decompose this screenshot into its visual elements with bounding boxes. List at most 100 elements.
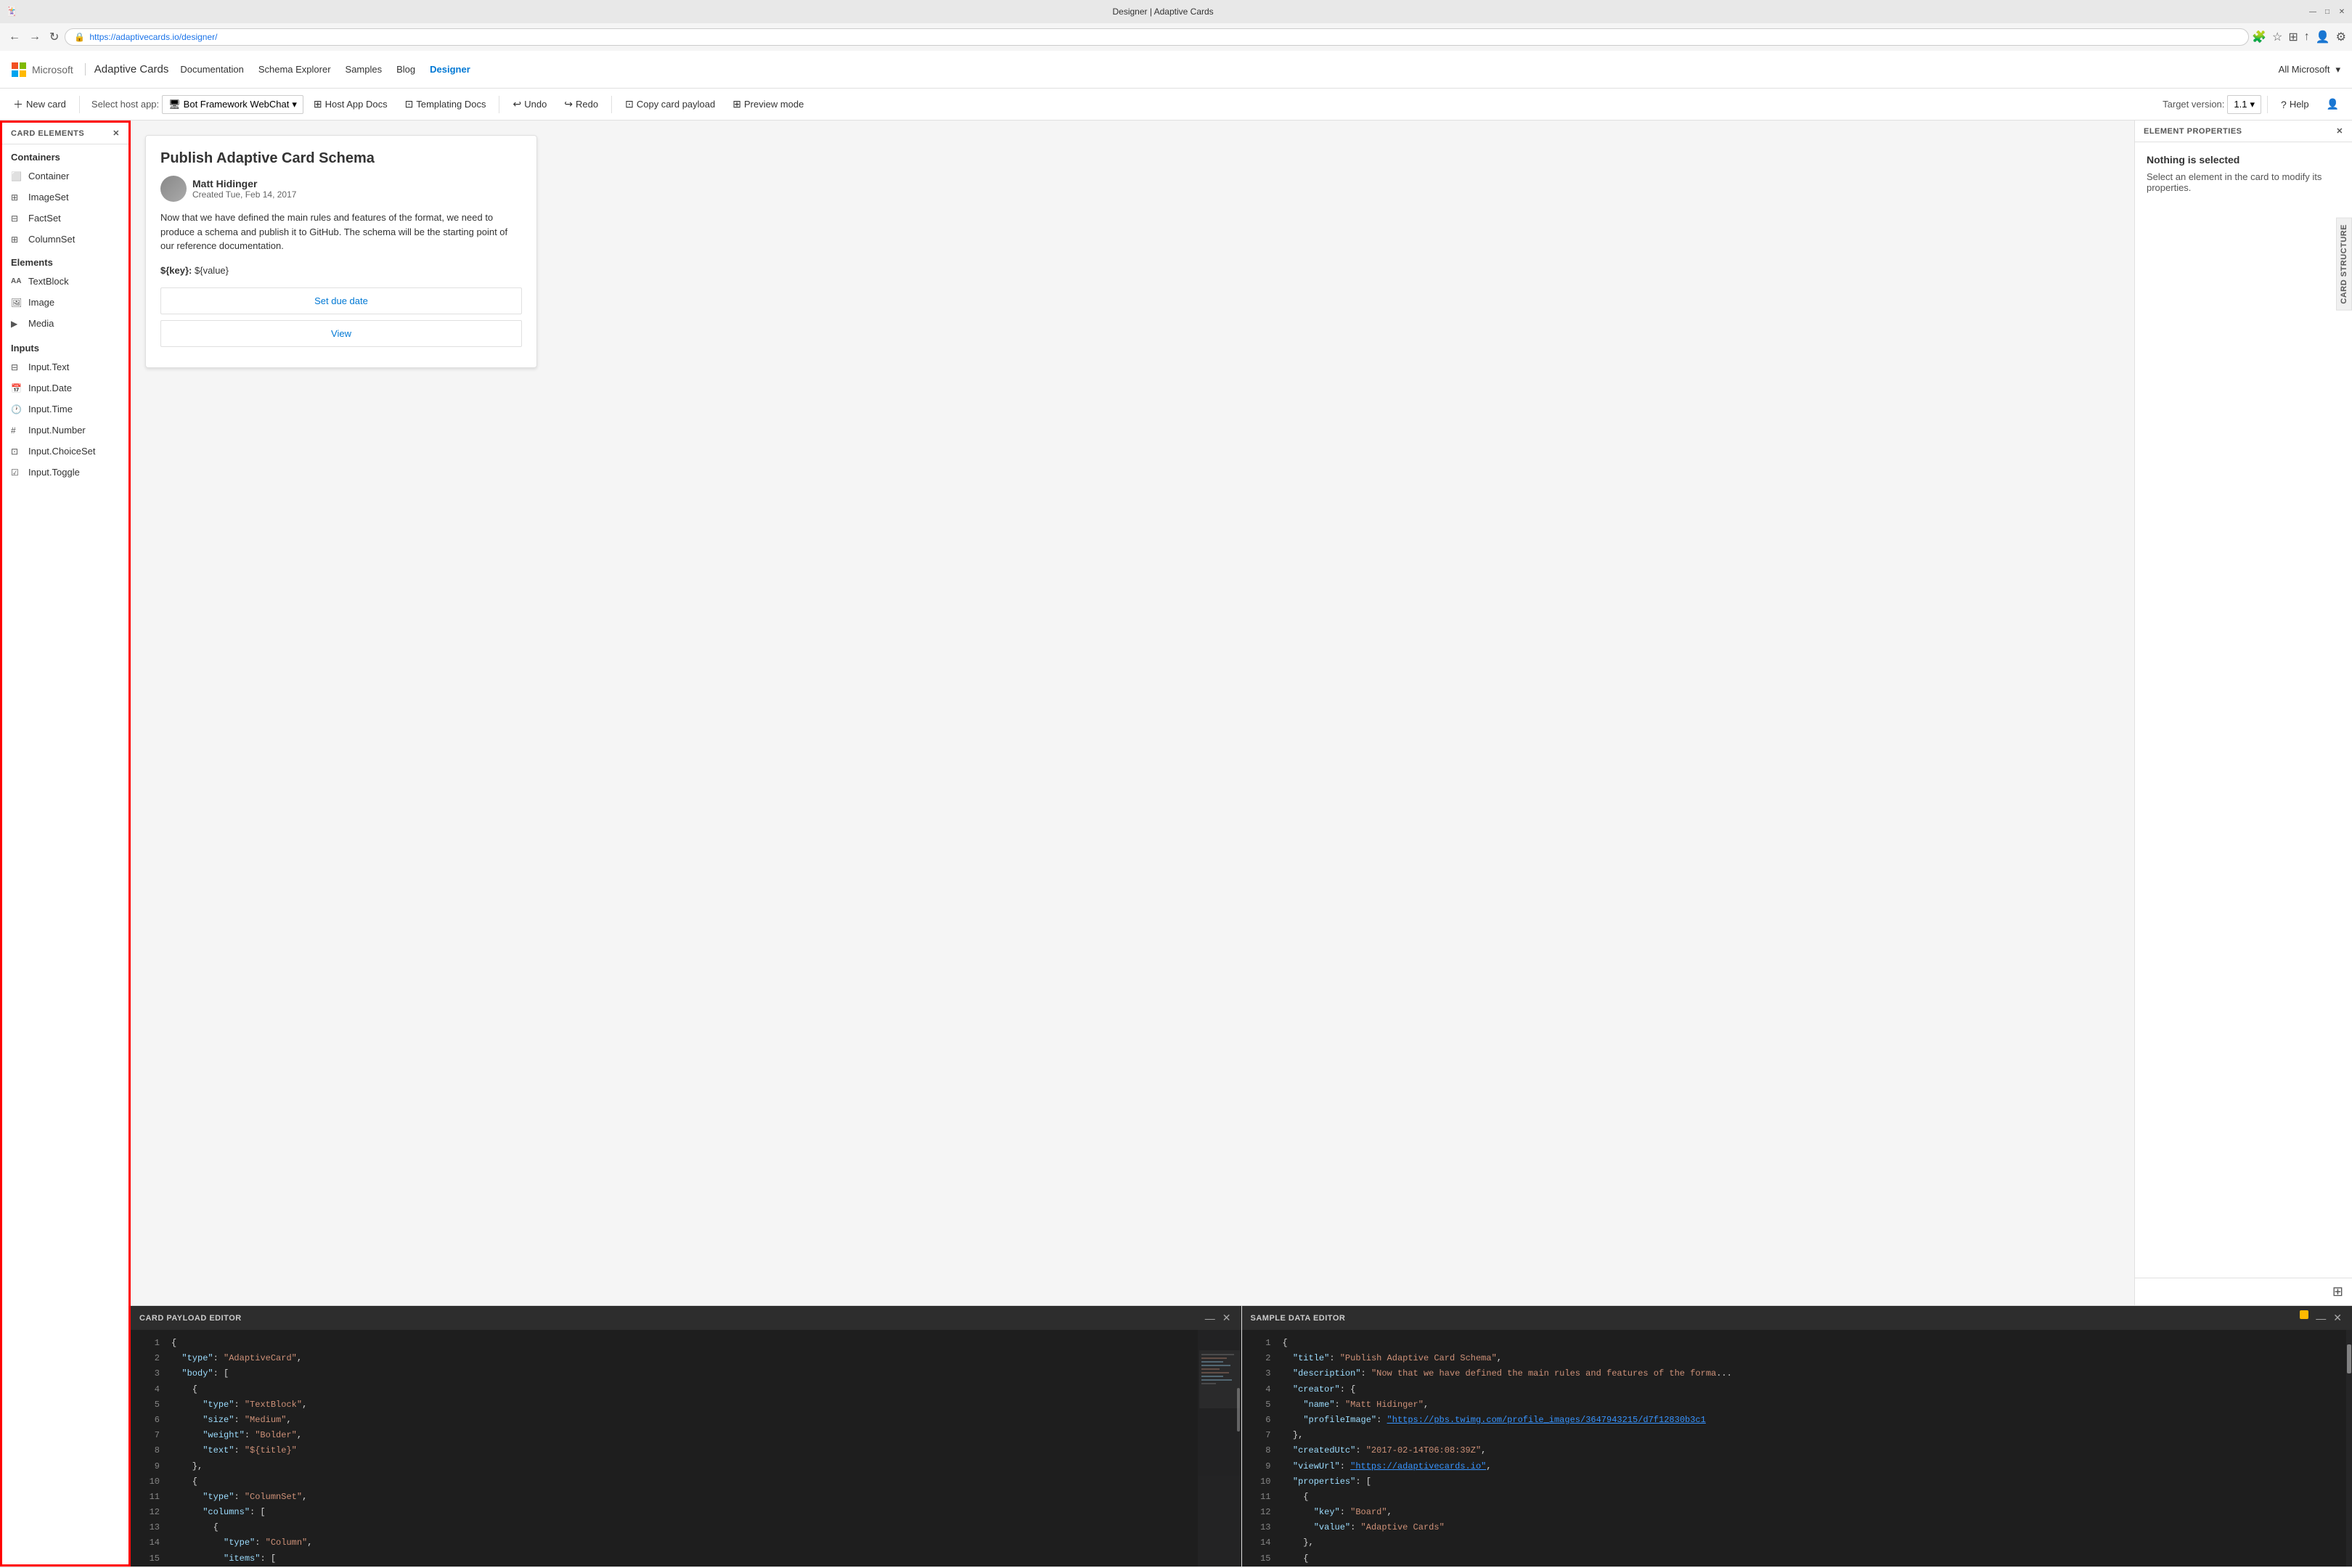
- sidebar-item-media[interactable]: ▶ Media: [2, 313, 128, 334]
- collections-icon[interactable]: ⊞: [2288, 30, 2298, 44]
- sample-editor-content[interactable]: 1{ 2 "title": "Publish Adaptive Card Sch…: [1242, 1330, 2347, 1567]
- sidebar-item-input-date[interactable]: 📅 Input.Date: [2, 377, 128, 399]
- payload-editor-minimize[interactable]: —: [1204, 1310, 1217, 1326]
- host-app-docs-button[interactable]: ⊞ Host App Docs: [306, 94, 395, 115]
- forward-button[interactable]: →: [26, 28, 44, 46]
- share-icon[interactable]: ↑: [2304, 30, 2310, 44]
- nav-documentation[interactable]: Documentation: [180, 64, 243, 75]
- code-line: 9 "viewUrl": "https://adaptivecards.io",: [1242, 1459, 2347, 1474]
- settings-icon[interactable]: ⚙: [2336, 30, 2346, 44]
- help-icon: ?: [2281, 99, 2287, 110]
- host-app-label: Select host app:: [91, 99, 159, 110]
- title-bar-right: — □ ✕: [2308, 7, 2346, 16]
- card-payload-editor: CARD PAYLOAD EDITOR — ✕ 1{ 2 "type": "Ad…: [131, 1306, 1242, 1567]
- header-nav: Documentation Schema Explorer Samples Bl…: [180, 64, 2278, 75]
- code-line: 5 "name": "Matt Hidinger",: [1242, 1397, 2347, 1413]
- containers-section-title: Containers: [2, 144, 128, 166]
- new-card-button[interactable]: ＋ New card: [6, 93, 73, 116]
- title-bar: 🃏 Designer | Adaptive Cards — □ ✕: [0, 0, 2352, 23]
- sidebar-item-image[interactable]: 🖼 Image: [2, 292, 128, 313]
- sidebar-item-input-toggle[interactable]: ☑ Input.Toggle: [2, 462, 128, 483]
- nav-icons: 🧩 ☆ ⊞ ↑ 👤 ⚙: [2252, 30, 2346, 44]
- sample-editor-with-minimap: 1{ 2 "title": "Publish Adaptive Card Sch…: [1242, 1330, 2352, 1567]
- sidebar-item-columnset[interactable]: ⊞ ColumnSet: [2, 229, 128, 250]
- card-structure-tab[interactable]: CARD STRUCTURE: [2336, 218, 2352, 311]
- extensions-icon[interactable]: 🧩: [2252, 30, 2266, 44]
- back-button[interactable]: ←: [6, 28, 23, 46]
- payload-editor-with-minimap: 1{ 2 "type": "AdaptiveCard", 3 "body": […: [131, 1330, 1241, 1567]
- sidebar-item-input-text[interactable]: ⊟ Input.Text: [2, 356, 128, 377]
- nav-designer[interactable]: Designer: [430, 64, 470, 75]
- set-due-date-button[interactable]: Set due date: [160, 287, 522, 314]
- toolbar: ＋ New card Select host app: 🖥 Bot Framew…: [0, 89, 2352, 121]
- sidebar-item-container[interactable]: ⬜ Container: [2, 166, 128, 187]
- properties-collapse-icon[interactable]: ✕: [2336, 126, 2343, 136]
- code-line: 6 "size": "Medium",: [131, 1413, 1198, 1428]
- title-bar-title: Designer | Adaptive Cards: [1112, 7, 1213, 17]
- sidebar-item-input-number[interactable]: # Input.Number: [2, 420, 128, 441]
- code-line: 5 "type": "TextBlock",: [131, 1397, 1198, 1413]
- target-version-selector[interactable]: 1.1 ▾: [2227, 95, 2261, 114]
- preview-mode-button[interactable]: ⊞ Preview mode: [725, 94, 811, 115]
- code-line: 9 },: [131, 1459, 1198, 1474]
- card-author-date: Created Tue, Feb 14, 2017: [192, 189, 296, 200]
- card-template-value: ${value}: [195, 265, 229, 276]
- payload-editor-close[interactable]: ✕: [1221, 1310, 1233, 1326]
- columnset-icon: ⊞: [11, 234, 23, 245]
- code-line: 8 "text": "${title}": [131, 1443, 1198, 1458]
- media-icon: ▶: [11, 319, 23, 329]
- url-display: https://adaptivecards.io/designer/: [89, 32, 2239, 42]
- address-bar[interactable]: 🔒 https://adaptivecards.io/designer/: [65, 28, 2249, 46]
- undo-button[interactable]: ↩ Undo: [505, 94, 554, 115]
- main-content: Publish Adaptive Card Schema Matt Hiding…: [131, 121, 2352, 1567]
- help-button[interactable]: ? Help: [2274, 94, 2316, 115]
- code-line: 7 },: [1242, 1428, 2347, 1443]
- sidebar: CARD ELEMENTS ✕ Containers ⬜ Container ⊞…: [0, 121, 131, 1567]
- sample-editor-close[interactable]: ✕: [2332, 1310, 2343, 1326]
- nav-blog[interactable]: Blog: [396, 64, 415, 75]
- chevron-down-icon: ▾: [2335, 64, 2340, 75]
- nav-samples[interactable]: Samples: [346, 64, 383, 75]
- toolbar-separator-4: [2267, 96, 2268, 113]
- toolbar-separator-1: [79, 96, 80, 113]
- sidebar-item-input-time[interactable]: 🕐 Input.Time: [2, 399, 128, 420]
- code-line: 10 {: [131, 1474, 1198, 1490]
- view-button[interactable]: View: [160, 320, 522, 347]
- sidebar-item-textblock[interactable]: AA TextBlock: [2, 271, 128, 292]
- maximize-button[interactable]: □: [2323, 7, 2332, 16]
- factset-icon: ⊟: [11, 213, 23, 224]
- card-author-info: Matt Hidinger Created Tue, Feb 14, 2017: [192, 178, 296, 200]
- add-element-icon[interactable]: ⊞: [2332, 1284, 2343, 1299]
- sidebar-collapse-icon[interactable]: ✕: [113, 128, 120, 138]
- card-template-key: ${key}:: [160, 265, 192, 276]
- payload-editor-content[interactable]: 1{ 2 "type": "AdaptiveCard", 3 "body": […: [131, 1330, 1198, 1567]
- profile-icon[interactable]: 👤: [2316, 30, 2330, 44]
- minimize-button[interactable]: —: [2308, 7, 2317, 16]
- host-app-selector[interactable]: 🖥 Bot Framework WebChat ▾: [162, 95, 303, 114]
- input-date-icon: 📅: [11, 383, 23, 393]
- sidebar-item-factset[interactable]: ⊟ FactSet: [2, 208, 128, 229]
- sidebar-item-input-choiceset[interactable]: ⊡ Input.ChoiceSet: [2, 441, 128, 462]
- title-bar-left: 🃏: [6, 6, 17, 17]
- copy-payload-button[interactable]: ⊡ Copy card payload: [618, 94, 722, 115]
- refresh-button[interactable]: ↻: [46, 27, 62, 47]
- lock-icon: 🔒: [74, 32, 85, 42]
- all-microsoft-label[interactable]: All Microsoft: [2279, 64, 2330, 75]
- sidebar-item-imageset[interactable]: ⊞ ImageSet: [2, 187, 128, 208]
- code-line: 11 "type": "ColumnSet",: [131, 1490, 1198, 1505]
- ms-logo: Microsoft Adaptive Cards: [12, 62, 168, 77]
- textblock-icon: AA: [11, 277, 23, 285]
- user-button[interactable]: 👤: [2319, 94, 2346, 115]
- browser-chrome: 🃏 Designer | Adaptive Cards — □ ✕ ← → ↻ …: [0, 0, 2352, 51]
- code-line: 8 "createdUtc": "2017-02-14T06:08:39Z",: [1242, 1443, 2347, 1458]
- code-line: 12 "columns": [: [131, 1505, 1198, 1520]
- nav-schema-explorer[interactable]: Schema Explorer: [258, 64, 331, 75]
- card-description: Now that we have defined the main rules …: [160, 211, 522, 253]
- sample-editor-minimize[interactable]: —: [2314, 1310, 2327, 1326]
- close-button[interactable]: ✕: [2337, 7, 2346, 16]
- header-right: All Microsoft ▾: [2279, 64, 2340, 75]
- templating-docs-button[interactable]: ⊡ Templating Docs: [398, 94, 494, 115]
- favorites-icon[interactable]: ☆: [2272, 30, 2282, 44]
- card-payload-editor-header: CARD PAYLOAD EDITOR — ✕: [131, 1306, 1241, 1330]
- redo-button[interactable]: ↪ Redo: [557, 94, 605, 115]
